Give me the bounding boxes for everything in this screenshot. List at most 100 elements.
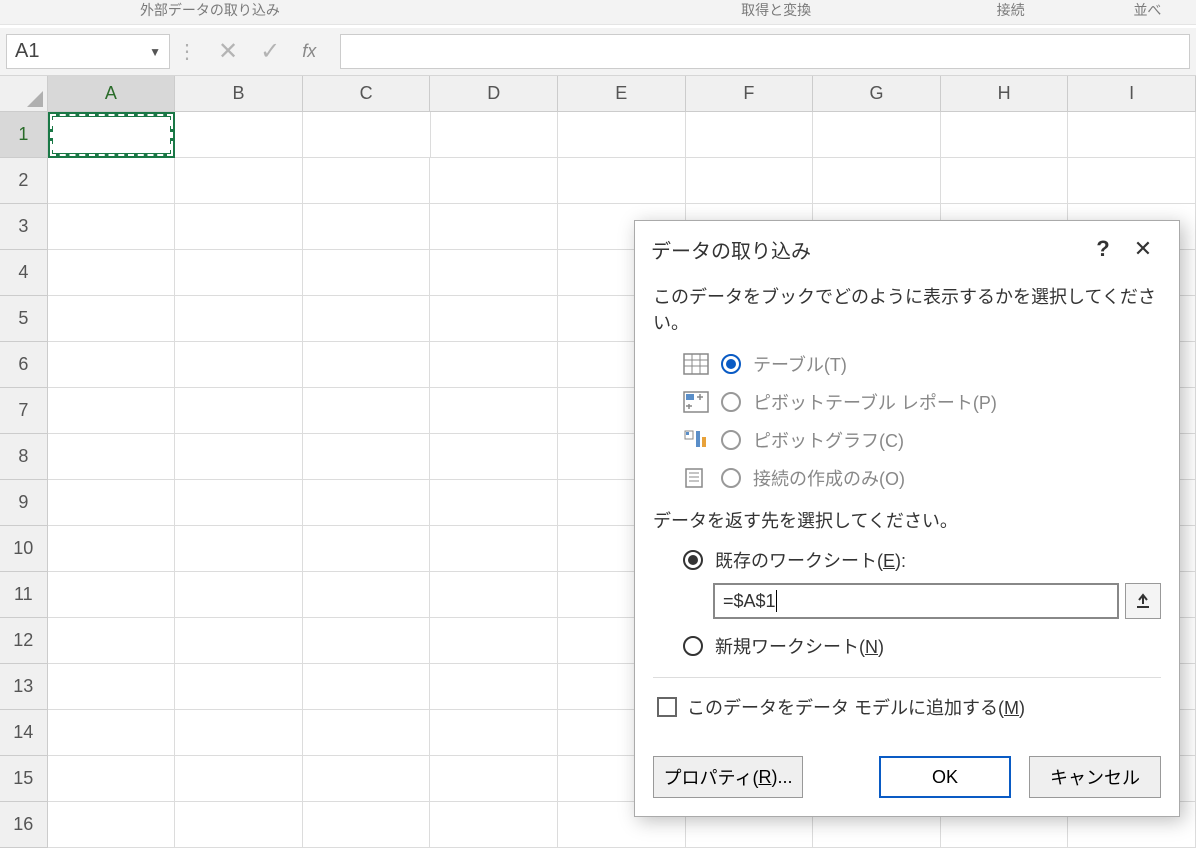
cell-D13[interactable]: [430, 664, 558, 710]
row-header-7[interactable]: 7: [0, 388, 48, 434]
cell-D3[interactable]: [430, 204, 558, 250]
select-all-triangle[interactable]: [0, 76, 48, 112]
cell-C15[interactable]: [303, 756, 431, 802]
cell-A3[interactable]: [48, 204, 176, 250]
cell-B4[interactable]: [175, 250, 303, 296]
radio-connection-only[interactable]: [721, 468, 741, 488]
cell-C4[interactable]: [303, 250, 431, 296]
radio-existing-worksheet[interactable]: [683, 550, 703, 570]
column-header-B[interactable]: B: [175, 76, 303, 112]
row-header-15[interactable]: 15: [0, 756, 48, 802]
cell-B12[interactable]: [175, 618, 303, 664]
destination-new-worksheet[interactable]: 新規ワークシート(N): [653, 627, 1161, 665]
cell-D2[interactable]: [430, 158, 558, 204]
cell-B13[interactable]: [175, 664, 303, 710]
cell-A8[interactable]: [48, 434, 176, 480]
cell-B1[interactable]: [175, 112, 303, 158]
cell-A4[interactable]: [48, 250, 176, 296]
column-header-I[interactable]: I: [1068, 76, 1196, 112]
cell-C9[interactable]: [303, 480, 431, 526]
cell-C13[interactable]: [303, 664, 431, 710]
formula-input[interactable]: [340, 34, 1190, 69]
dialog-titlebar[interactable]: データの取り込み ? ✕: [635, 221, 1179, 277]
cell-C16[interactable]: [303, 802, 431, 848]
radio-pivot-chart[interactable]: [721, 430, 741, 450]
row-header-9[interactable]: 9: [0, 480, 48, 526]
cell-B6[interactable]: [175, 342, 303, 388]
radio-pivot-table[interactable]: [721, 392, 741, 412]
cell-C5[interactable]: [303, 296, 431, 342]
cell-A5[interactable]: [48, 296, 176, 342]
column-header-C[interactable]: C: [303, 76, 431, 112]
column-header-E[interactable]: E: [558, 76, 686, 112]
cell-G1[interactable]: [813, 112, 941, 158]
cell-A15[interactable]: [48, 756, 176, 802]
row-header-10[interactable]: 10: [0, 526, 48, 572]
cell-D5[interactable]: [430, 296, 558, 342]
cell-C7[interactable]: [303, 388, 431, 434]
cancel-formula-icon[interactable]: ✕: [218, 37, 238, 66]
row-header-6[interactable]: 6: [0, 342, 48, 388]
cell-C2[interactable]: [303, 158, 431, 204]
checkbox-add-to-data-model[interactable]: [657, 697, 677, 717]
row-header-3[interactable]: 3: [0, 204, 48, 250]
cell-F1[interactable]: [686, 112, 814, 158]
cell-C11[interactable]: [303, 572, 431, 618]
cell-B16[interactable]: [175, 802, 303, 848]
cell-B9[interactable]: [175, 480, 303, 526]
cell-D14[interactable]: [430, 710, 558, 756]
cell-A9[interactable]: [48, 480, 176, 526]
cell-C3[interactable]: [303, 204, 431, 250]
cell-D9[interactable]: [430, 480, 558, 526]
cell-H1[interactable]: [941, 112, 1069, 158]
row-header-4[interactable]: 4: [0, 250, 48, 296]
row-header-14[interactable]: 14: [0, 710, 48, 756]
cell-D1[interactable]: [431, 112, 559, 158]
cell-H2[interactable]: [941, 158, 1069, 204]
row-header-8[interactable]: 8: [0, 434, 48, 480]
cell-B11[interactable]: [175, 572, 303, 618]
range-picker-button[interactable]: [1125, 583, 1161, 619]
destination-existing-worksheet[interactable]: 既存のワークシート(E):: [653, 541, 1161, 579]
row-header-16[interactable]: 16: [0, 802, 48, 848]
cell-B14[interactable]: [175, 710, 303, 756]
cell-D6[interactable]: [430, 342, 558, 388]
cell-D10[interactable]: [430, 526, 558, 572]
row-header-12[interactable]: 12: [0, 618, 48, 664]
add-to-data-model-row[interactable]: このデータをデータ モデルに追加する(M): [653, 690, 1161, 724]
cell-A2[interactable]: [48, 158, 176, 204]
cell-A6[interactable]: [48, 342, 176, 388]
cell-D12[interactable]: [430, 618, 558, 664]
cell-C14[interactable]: [303, 710, 431, 756]
cell-A7[interactable]: [48, 388, 176, 434]
column-header-A[interactable]: A: [48, 76, 176, 112]
cell-D15[interactable]: [430, 756, 558, 802]
cell-B5[interactable]: [175, 296, 303, 342]
accept-formula-icon[interactable]: ✓: [260, 37, 280, 66]
cell-B2[interactable]: [175, 158, 303, 204]
cell-D8[interactable]: [430, 434, 558, 480]
cell-A13[interactable]: [48, 664, 176, 710]
column-header-F[interactable]: F: [686, 76, 814, 112]
option-table[interactable]: テーブル(T): [653, 345, 1161, 383]
cell-D4[interactable]: [430, 250, 558, 296]
row-header-13[interactable]: 13: [0, 664, 48, 710]
cell-A12[interactable]: [48, 618, 176, 664]
column-header-D[interactable]: D: [430, 76, 558, 112]
cell-A16[interactable]: [48, 802, 176, 848]
cell-B8[interactable]: [175, 434, 303, 480]
row-header-2[interactable]: 2: [0, 158, 48, 204]
cell-E1[interactable]: [558, 112, 686, 158]
cell-C8[interactable]: [303, 434, 431, 480]
cell-D11[interactable]: [430, 572, 558, 618]
option-pivot-chart[interactable]: ピボットグラフ(C): [653, 421, 1161, 459]
option-pivot-table[interactable]: ピボットテーブル レポート(P): [653, 383, 1161, 421]
name-box[interactable]: A1 ▼: [6, 34, 170, 69]
properties-button[interactable]: プロパティ(R)...: [653, 756, 803, 798]
cell-C10[interactable]: [303, 526, 431, 572]
range-reference-input[interactable]: =$A$1: [713, 583, 1119, 619]
cell-I2[interactable]: [1068, 158, 1196, 204]
column-header-G[interactable]: G: [813, 76, 941, 112]
cell-F2[interactable]: [686, 158, 814, 204]
cell-C6[interactable]: [303, 342, 431, 388]
